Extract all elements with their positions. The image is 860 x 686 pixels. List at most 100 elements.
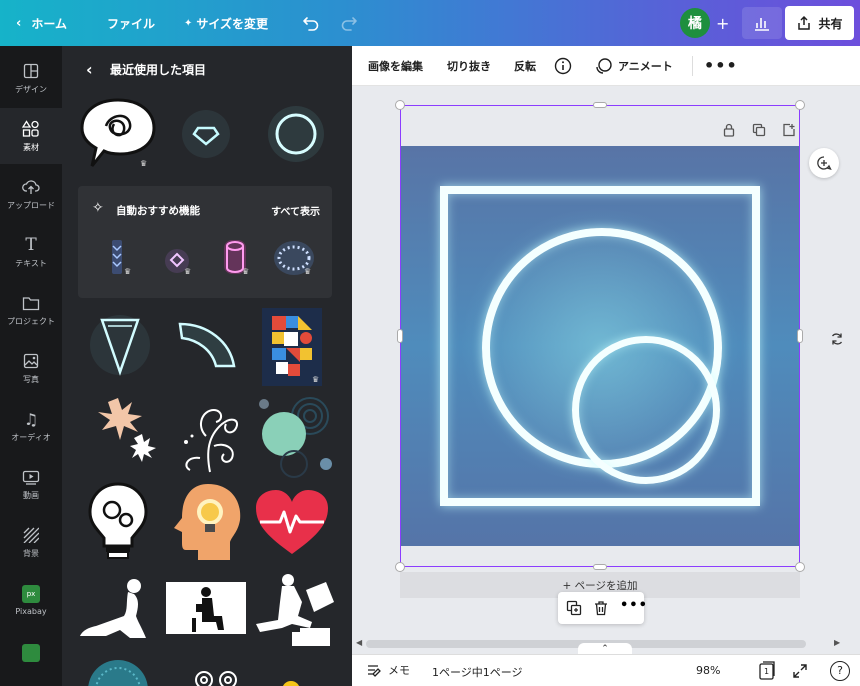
rail-label: アップロード <box>7 201 55 210</box>
photo-icon <box>21 351 41 371</box>
trash-icon <box>595 601 607 616</box>
lightbulb-gear-element[interactable] <box>86 480 150 564</box>
folder-icon <box>21 293 41 313</box>
info-button[interactable] <box>554 57 572 78</box>
rail-label: 写真 <box>23 375 39 384</box>
expand-icon <box>793 664 807 678</box>
neon-dotted-ring-element[interactable]: ♛ <box>272 238 316 278</box>
scroll-right-arrow-icon[interactable]: ▶ <box>834 638 840 647</box>
neon-pink-cylinder-element[interactable]: ♛ <box>220 238 250 278</box>
notes-label: メモ <box>388 664 410 677</box>
crop-button[interactable]: 切り抜き <box>447 58 491 74</box>
avatar[interactable]: 橘 <box>680 0 710 46</box>
flowers-element[interactable] <box>92 394 162 464</box>
circles-composition-element[interactable] <box>254 394 338 478</box>
rail-label: 背景 <box>23 549 39 558</box>
selection-box[interactable] <box>400 105 800 567</box>
video-icon <box>21 467 41 487</box>
neon-arrow-strip-element[interactable]: ♛ <box>106 238 132 278</box>
neon-diamond-element[interactable] <box>180 108 232 160</box>
file-menu-button[interactable]: ファイル <box>107 0 155 46</box>
toolbar-divider <box>692 56 693 76</box>
add-collaborator-button[interactable]: + <box>716 0 729 46</box>
sparkle-icon: ✦ <box>184 17 193 29</box>
heart-heartbeat-element[interactable] <box>252 486 332 558</box>
rail-item-background[interactable]: 背景 <box>0 514 62 570</box>
resize-handle-top[interactable] <box>593 102 607 108</box>
rail-item-video[interactable]: 動画 <box>0 456 62 512</box>
app-icon <box>21 643 41 663</box>
resize-handle-bottom[interactable] <box>593 564 607 570</box>
rotate-button[interactable] <box>826 328 848 350</box>
file-label: ファイル <box>107 16 156 31</box>
help-button[interactable]: ? <box>830 661 850 681</box>
duplicate-button[interactable] <box>566 600 582 620</box>
rail-item-projects[interactable]: プロジェクト <box>0 282 62 338</box>
notes-button[interactable]: メモ <box>366 662 410 678</box>
layout-icon <box>21 61 41 81</box>
neon-purple-diamond-element[interactable]: ♛ <box>162 246 192 276</box>
more-icon[interactable]: ••• <box>620 598 648 613</box>
edit-image-button[interactable]: 画像を編集 <box>368 58 423 74</box>
speech-bubble-scribble-element[interactable]: ♛ <box>80 96 156 172</box>
rail-label: プロジェクト <box>7 317 55 326</box>
see-all-link[interactable]: すべて表示 <box>271 203 320 218</box>
resize-handle-tr[interactable] <box>795 100 805 110</box>
top-bar: ‹ ホーム ファイル ✦ サイズを変更 橘 + 共有 <box>0 0 860 46</box>
pixabay-icon: px <box>21 584 41 604</box>
page-grid-button[interactable]: 1 <box>758 661 776 681</box>
back-chevron-icon[interactable]: ‹ <box>86 60 93 79</box>
animate-button[interactable]: アニメート <box>595 57 673 75</box>
rail-label: オーディオ <box>11 433 51 442</box>
resize-handle-br[interactable] <box>795 562 805 572</box>
rail-item-design[interactable]: デザイン <box>0 50 62 106</box>
rail-label: 動画 <box>23 491 39 500</box>
rail-item-upload[interactable]: アップロード <box>0 166 62 222</box>
undo-button[interactable] <box>302 0 320 46</box>
delete-button[interactable] <box>593 600 609 620</box>
rail-label: デザイン <box>15 85 47 94</box>
neon-circle-element[interactable] <box>266 104 326 164</box>
rail-item-more-app[interactable] <box>0 634 62 674</box>
yellow-flower-element[interactable] <box>276 676 306 686</box>
resize-handle-tl[interactable] <box>395 100 405 110</box>
home-label: ホーム <box>31 16 67 31</box>
floral-swirl-element[interactable] <box>170 396 250 476</box>
share-button[interactable]: 共有 <box>785 6 854 40</box>
woman-books-silhouette-element[interactable] <box>252 572 336 648</box>
rail-item-pixabay[interactable]: px Pixabay <box>0 572 62 628</box>
insights-button[interactable] <box>742 7 782 39</box>
resize-handle-left[interactable] <box>397 329 403 343</box>
sitting-woman-silhouette-element[interactable] <box>76 576 158 642</box>
scroll-left-arrow-icon[interactable]: ◀ <box>356 638 362 647</box>
page-count: 1 <box>764 667 770 676</box>
bar-chart-icon <box>755 18 769 31</box>
resize-button[interactable]: ✦ サイズを変更 <box>184 0 268 46</box>
swirls-element[interactable] <box>190 662 250 686</box>
reading-silhouette-element[interactable] <box>166 582 246 634</box>
rail-item-photos[interactable]: 写真 <box>0 340 62 396</box>
comment-plus-icon <box>817 156 832 171</box>
page-actions: ••• <box>558 592 647 624</box>
zoom-level[interactable]: 98% <box>696 664 720 677</box>
home-button[interactable]: ‹ ホーム <box>16 0 67 46</box>
crown-icon: ♛ <box>184 267 192 276</box>
teal-dots-element[interactable] <box>86 656 150 686</box>
geometric-pattern-element[interactable]: ♛ <box>262 308 322 386</box>
redo-button[interactable] <box>340 0 358 46</box>
neon-arc-element[interactable] <box>170 314 242 374</box>
resize-handle-right[interactable] <box>797 329 803 343</box>
flip-button[interactable]: 反転 <box>514 58 536 74</box>
elements-icon <box>21 119 41 139</box>
more-options-icon[interactable]: ••• <box>704 56 738 75</box>
rail-item-text[interactable]: T テキスト <box>0 224 62 280</box>
comment-button[interactable] <box>809 148 839 178</box>
sparkles-icon: ✧ <box>92 200 104 216</box>
fullscreen-button[interactable] <box>792 663 808 682</box>
crown-icon: ♛ <box>124 267 132 276</box>
head-lightbulb-element[interactable] <box>168 482 244 562</box>
rail-item-audio[interactable]: ♫ オーディオ <box>0 398 62 454</box>
rail-item-elements[interactable]: 素材 <box>0 108 62 164</box>
neon-cone-element[interactable] <box>90 310 150 380</box>
resize-handle-bl[interactable] <box>395 562 405 572</box>
